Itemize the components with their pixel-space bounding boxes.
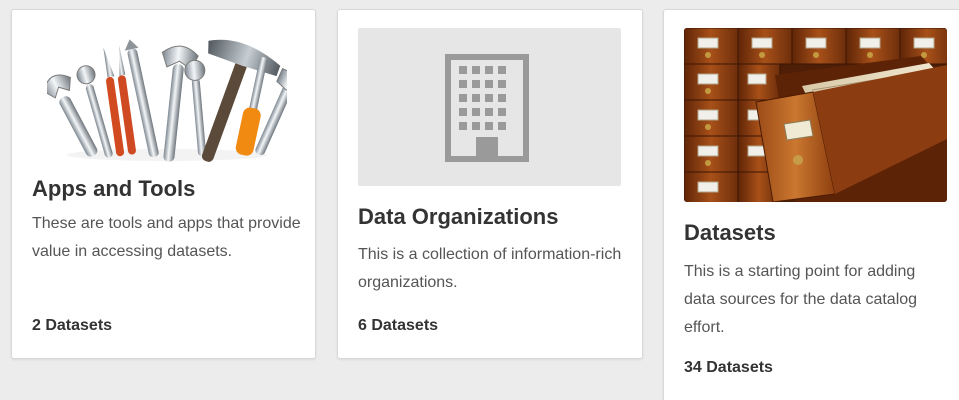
card-title[interactable]: Apps and Tools (32, 176, 195, 202)
category-card-datasets[interactable]: Datasets This is a starting point for ad… (663, 9, 959, 400)
dataset-count: 34 Datasets (684, 359, 773, 376)
card-title[interactable]: Data Organizations (358, 204, 558, 230)
organization-placeholder-image (358, 28, 621, 186)
card-description: These are tools and apps that provide va… (32, 215, 301, 260)
category-card-data-organizations[interactable]: Data Organizations This is a collection … (337, 9, 643, 359)
building-icon (445, 54, 529, 162)
category-card-grid: Apps and Tools These are tools and apps … (0, 0, 959, 400)
tools-icon (47, 39, 287, 162)
category-card-apps-and-tools[interactable]: Apps and Tools These are tools and apps … (11, 9, 316, 359)
card-catalog-drawer-icon (684, 28, 947, 202)
card-description: This is a starting point for adding data… (684, 263, 918, 336)
dataset-count: 6 Datasets (358, 317, 439, 334)
dataset-count: 2 Datasets (32, 317, 113, 334)
card-description: This is a collection of information-rich… (358, 246, 622, 291)
card-title[interactable]: Datasets (684, 220, 776, 246)
